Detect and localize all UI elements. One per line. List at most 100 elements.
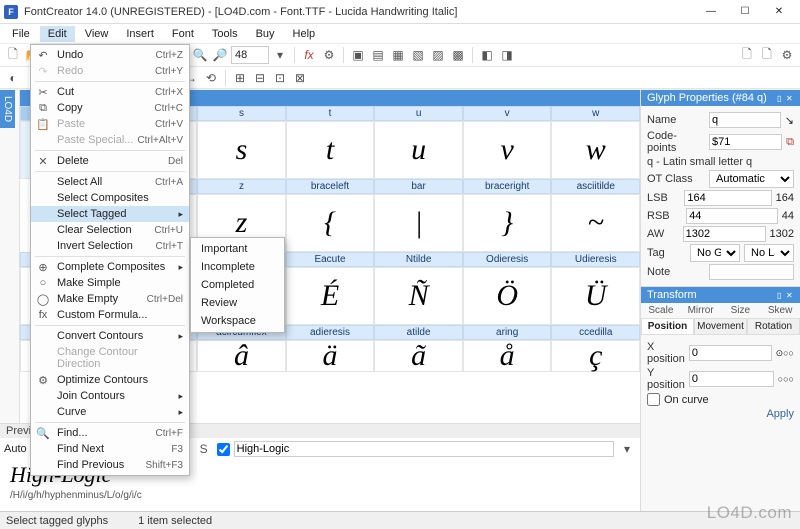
preview-checkbox[interactable] bbox=[217, 443, 230, 456]
glyph-header[interactable]: braceright bbox=[463, 179, 552, 194]
glyph-cell[interactable]: } bbox=[463, 194, 552, 252]
tag-glyph-select[interactable]: No Glyph bbox=[690, 244, 740, 262]
transform-icon[interactable]: ⟲ bbox=[202, 69, 220, 87]
dropdown-icon[interactable]: ▾ bbox=[271, 46, 289, 64]
unicode-icon[interactable]: ⧉ bbox=[786, 136, 794, 149]
tool-icon[interactable]: ▩ bbox=[449, 46, 467, 64]
tab-rotation[interactable]: Rotation bbox=[747, 318, 800, 335]
vertical-tab[interactable]: LO4D bbox=[0, 90, 15, 128]
submenu-item-review[interactable]: Review bbox=[191, 294, 284, 312]
glyph-header[interactable]: u bbox=[374, 106, 463, 121]
edit-icon[interactable]: ↘ bbox=[785, 114, 794, 127]
tool-icon[interactable]: ▣ bbox=[349, 46, 367, 64]
menu-buy[interactable]: Buy bbox=[248, 26, 283, 42]
menu-item-complete-composites[interactable]: ⊕Complete Composites▸ bbox=[31, 259, 189, 275]
glyph-cell[interactable]: v bbox=[463, 121, 552, 179]
aw-input[interactable] bbox=[683, 226, 766, 242]
gear-icon[interactable]: ⚙ bbox=[778, 46, 796, 64]
metrics-icon[interactable]: ⊠ bbox=[291, 69, 309, 87]
glyph-header[interactable]: aring bbox=[463, 325, 552, 340]
close-icon[interactable]: ✕ bbox=[786, 291, 794, 299]
tool-icon[interactable]: ▤ bbox=[369, 46, 387, 64]
submenu-item-important[interactable]: Important bbox=[191, 240, 284, 258]
glyph-cell[interactable]: Ñ bbox=[374, 267, 463, 325]
anchor-grid[interactable]: ○○○ bbox=[778, 374, 794, 384]
menu-item-cut[interactable]: ✂CutCtrl+X bbox=[31, 84, 189, 100]
glyph-header[interactable]: bar bbox=[374, 179, 463, 194]
zoom-out-icon[interactable]: 🔎 bbox=[211, 46, 229, 64]
note-input[interactable] bbox=[709, 264, 794, 280]
anchor-grid[interactable]: ⊙○○ bbox=[776, 348, 794, 359]
glyph-header[interactable]: Eacute bbox=[286, 252, 375, 267]
oncurve-checkbox[interactable] bbox=[647, 393, 660, 406]
glyph-cell[interactable]: É bbox=[286, 267, 375, 325]
doc-icon[interactable]: 🗋 bbox=[738, 46, 756, 64]
menu-item-delete[interactable]: ✕DeleteDel bbox=[31, 153, 189, 169]
glyph-header[interactable]: z bbox=[197, 179, 286, 194]
tag-layer-select[interactable]: No Layer bbox=[744, 244, 794, 262]
menu-help[interactable]: Help bbox=[285, 26, 324, 42]
glyph-header[interactable]: Udieresis bbox=[551, 252, 640, 267]
codepoints-input[interactable] bbox=[709, 134, 782, 150]
glyph-header[interactable]: s bbox=[197, 106, 286, 121]
tool-icon[interactable]: ▧ bbox=[409, 46, 427, 64]
glyph-cell[interactable]: ã bbox=[374, 340, 463, 372]
tab-size[interactable]: Size bbox=[721, 303, 761, 318]
glyph-cell[interactable]: å bbox=[463, 340, 552, 372]
tool-icon[interactable]: ▦ bbox=[389, 46, 407, 64]
dropdown-icon[interactable]: ▾ bbox=[618, 440, 636, 458]
minimize-button[interactable]: — bbox=[694, 1, 728, 23]
glyph-cell[interactable]: | bbox=[374, 194, 463, 252]
menu-item-find-next[interactable]: Find NextF3 bbox=[31, 441, 189, 457]
menu-edit[interactable]: Edit bbox=[40, 26, 75, 42]
new-icon[interactable]: 🗋 bbox=[4, 46, 22, 64]
menu-item-invert-selection[interactable]: Invert SelectionCtrl+T bbox=[31, 238, 189, 254]
glyph-cell[interactable]: w bbox=[551, 121, 640, 179]
rsb-input[interactable] bbox=[686, 208, 778, 224]
strikethrough-icon[interactable]: S bbox=[195, 440, 213, 458]
glyph-cell[interactable]: { bbox=[286, 194, 375, 252]
glyph-cell[interactable]: ä bbox=[286, 340, 375, 372]
submenu-item-completed[interactable]: Completed bbox=[191, 276, 284, 294]
glyph-header[interactable]: v bbox=[463, 106, 552, 121]
metrics-icon[interactable]: ⊞ bbox=[231, 69, 249, 87]
menu-item-convert-contours[interactable]: Convert Contours▸ bbox=[31, 328, 189, 344]
preview-text-input[interactable] bbox=[234, 441, 614, 457]
menu-item-make-empty[interactable]: ◯Make EmptyCtrl+Del bbox=[31, 291, 189, 307]
metrics-icon[interactable]: ⊡ bbox=[271, 69, 289, 87]
pin-icon[interactable]: ▯ bbox=[777, 94, 785, 102]
tool-icon[interactable]: ◐ bbox=[4, 69, 22, 87]
glyph-cell[interactable]: Ü bbox=[551, 267, 640, 325]
glyph-cell[interactable]: ~ bbox=[551, 194, 640, 252]
tool-icon[interactable]: ▨ bbox=[429, 46, 447, 64]
maximize-button[interactable]: ☐ bbox=[728, 1, 762, 23]
tool-icon[interactable]: ◨ bbox=[498, 46, 516, 64]
script-icon[interactable]: ⚙ bbox=[320, 46, 338, 64]
menu-item-find-previous[interactable]: Find PreviousShift+F3 bbox=[31, 457, 189, 473]
tab-scale[interactable]: Scale bbox=[641, 303, 681, 318]
glyph-header[interactable]: braceleft bbox=[286, 179, 375, 194]
menu-item-copy[interactable]: ⧉CopyCtrl+C bbox=[31, 100, 189, 116]
glyph-header[interactable]: adieresis bbox=[286, 325, 375, 340]
glyph-cell[interactable]: â bbox=[197, 340, 286, 372]
glyph-header[interactable]: Ntilde bbox=[374, 252, 463, 267]
otclass-select[interactable]: Automatic bbox=[709, 170, 794, 188]
font-size-input[interactable]: 48 bbox=[231, 46, 269, 64]
menu-item-custom-formula-[interactable]: fxCustom Formula... bbox=[31, 307, 189, 323]
menu-item-select-composites[interactable]: Select Composites bbox=[31, 190, 189, 206]
lsb-input[interactable] bbox=[684, 190, 771, 206]
menu-item-optimize-contours[interactable]: ⚙Optimize Contours bbox=[31, 372, 189, 388]
tool-icon[interactable]: ◧ bbox=[478, 46, 496, 64]
glyph-header[interactable]: asciitilde bbox=[551, 179, 640, 194]
pin-icon[interactable]: ▯ bbox=[777, 291, 785, 299]
menu-item-find-[interactable]: 🔍Find...Ctrl+F bbox=[31, 425, 189, 441]
xpos-input[interactable] bbox=[689, 345, 772, 361]
menu-tools[interactable]: Tools bbox=[204, 26, 246, 42]
metrics-icon[interactable]: ⊟ bbox=[251, 69, 269, 87]
glyph-header[interactable]: ccedilla bbox=[551, 325, 640, 340]
apply-button[interactable]: Apply bbox=[766, 408, 794, 420]
menu-insert[interactable]: Insert bbox=[118, 26, 162, 42]
glyph-cell[interactable]: s bbox=[197, 121, 286, 179]
menu-item-make-simple[interactable]: ○Make Simple bbox=[31, 275, 189, 291]
menu-item-undo[interactable]: ↶UndoCtrl+Z bbox=[31, 47, 189, 63]
